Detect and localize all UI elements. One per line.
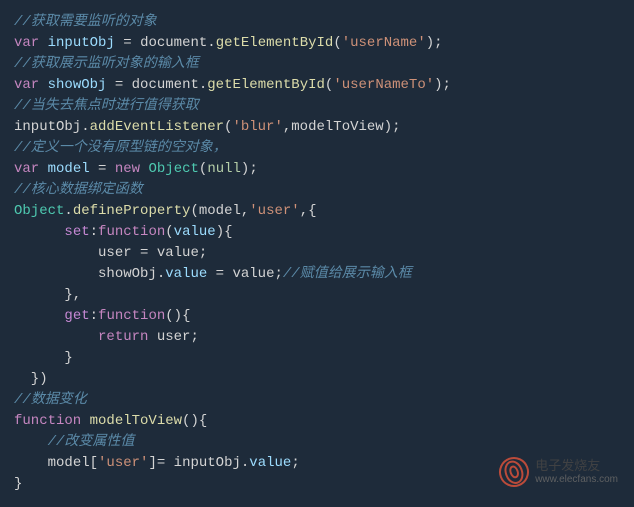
keyword-function: function [98, 308, 165, 324]
identifier: model [48, 455, 90, 471]
keyword-var: var [14, 161, 39, 177]
identifier: modelToView [291, 119, 383, 135]
identifier: showObj [48, 77, 107, 93]
comment: //数据变化 [14, 392, 87, 408]
identifier: document [132, 77, 199, 93]
identifier: inputObj [14, 119, 81, 135]
class: Object [148, 161, 198, 177]
string: 'user' [249, 203, 299, 219]
string: 'user' [98, 455, 148, 471]
method: getElementById [207, 77, 325, 93]
identifier: model [199, 203, 241, 219]
identifier: value [157, 245, 199, 261]
string: 'userNameTo' [333, 77, 434, 93]
watermark-name: 电子发烧友 [535, 459, 618, 473]
string: 'blur' [232, 119, 282, 135]
comment: //改变属性值 [48, 434, 135, 450]
string: 'userName' [342, 35, 426, 51]
keyword-var: var [14, 77, 39, 93]
param: value [174, 224, 216, 240]
watermark: 电子发烧友 www.elecfans.com [499, 457, 618, 487]
accessor-get: get [64, 308, 89, 324]
keyword-function: function [98, 224, 165, 240]
identifier: showObj [98, 266, 157, 282]
function-name: modelToView [90, 413, 182, 429]
identifier: model [48, 161, 90, 177]
property: value [165, 266, 207, 282]
property: value [249, 455, 291, 471]
null-literal: null [207, 161, 241, 177]
identifier: inputObj [174, 455, 241, 471]
comment: //获取展示监听对象的输入框 [14, 56, 199, 72]
watermark-url: www.elecfans.com [535, 474, 618, 485]
identifier: document [140, 35, 207, 51]
method: getElementById [216, 35, 334, 51]
keyword-var: var [14, 35, 39, 51]
comment: //定义一个没有原型链的空对象， [14, 140, 227, 156]
watermark-text: 电子发烧友 www.elecfans.com [535, 459, 618, 484]
keyword-function: function [14, 413, 81, 429]
accessor-set: set [64, 224, 89, 240]
identifier: value [232, 266, 274, 282]
keyword-return: return [98, 329, 148, 345]
code-block: //获取需要监听的对象 var inputObj = document.getE… [0, 0, 634, 507]
comment: //当失去焦点时进行值得获取 [14, 98, 199, 114]
comment: //获取需要监听的对象 [14, 14, 157, 30]
method: addEventListener [90, 119, 224, 135]
comment: //赋值给展示输入框 [283, 266, 412, 282]
keyword-new: new [115, 161, 140, 177]
logo-icon [495, 453, 533, 491]
class: Object [14, 203, 64, 219]
method: defineProperty [73, 203, 191, 219]
comment: //核心数据绑定函数 [14, 182, 143, 198]
identifier: inputObj [48, 35, 115, 51]
identifier: user [157, 329, 191, 345]
identifier: user [98, 245, 132, 261]
